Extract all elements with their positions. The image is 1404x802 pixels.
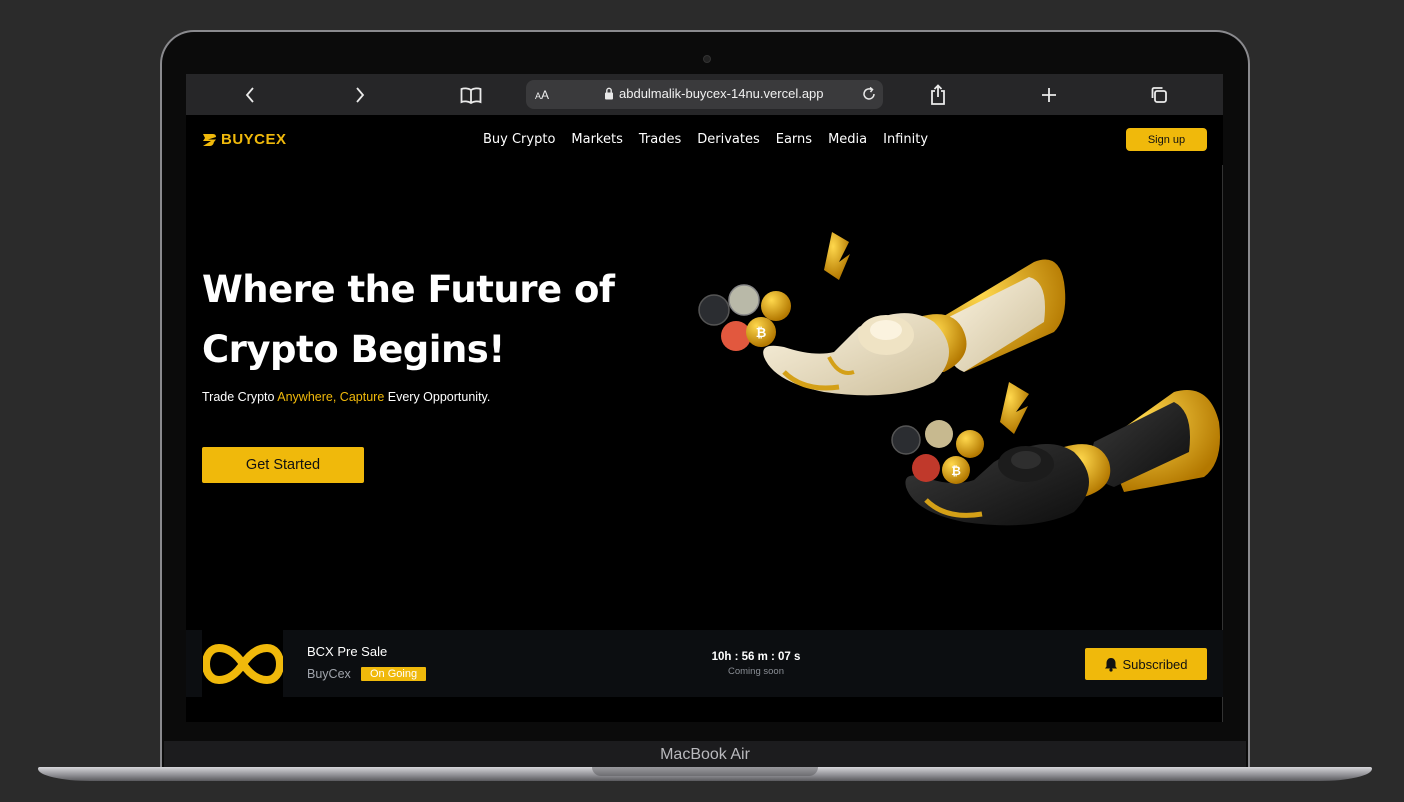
site-header: BUYCEX Buy Crypto Markets Trades Derivat… [186,115,1223,165]
infinity-icon [202,643,283,684]
hero-title: Where the Future of Crypto Begins! [202,268,615,371]
subtitle-text-end: Every Opportunity. [384,390,491,404]
nav-media[interactable]: Media [828,132,867,147]
device-label: MacBook Air [660,746,750,763]
presale-name: BCX Pre Sale [307,644,388,659]
share-icon [931,83,945,105]
presale-card: BCX Pre Sale BuyCex On Going 10h : 56 m … [186,630,1223,697]
text-size-button[interactable]: AA [535,88,549,102]
nav-earns[interactable]: Earns [776,132,812,147]
svg-text:₿: ₿ [951,464,961,478]
hero-subtitle: Trade Crypto Anywhere, Capture Every Opp… [202,390,490,404]
presale-brand: BuyCex [307,667,351,681]
bookmarks-button[interactable] [451,74,491,115]
bell-icon [1105,657,1118,672]
svg-text:₿: ₿ [756,326,767,341]
reload-icon[interactable] [860,85,878,103]
nav-derivates[interactable]: Derivates [697,132,760,147]
subscribed-button[interactable]: Subscribed [1085,648,1207,680]
tabs-button[interactable] [1139,74,1179,115]
plus-icon [1042,87,1056,102]
black-robot-hand [905,382,1220,526]
site-logo[interactable]: BUYCEX [202,131,287,148]
nav-buy-crypto[interactable]: Buy Crypto [483,132,555,147]
url-text: abdulmalik-buycex-14nu.vercel.app [619,86,824,101]
laptop-notch [592,767,818,776]
subscribed-label: Subscribed [1122,656,1188,672]
countdown-timer: 10h : 56 m : 07 s [711,651,801,663]
forward-button[interactable] [340,74,380,115]
presale-logo [202,630,283,697]
white-robot-hand [763,232,1066,396]
get-started-button[interactable]: Get Started [202,447,364,483]
back-button[interactable] [230,74,270,115]
laptop-chin: MacBook Air [164,741,1246,769]
camera [703,55,711,63]
browser-screen: AA abdulmalik-buycex-14nu.vercel.app BUY… [186,74,1223,722]
lock-icon [605,87,613,100]
signup-button[interactable]: Sign up [1126,128,1207,151]
subtitle-text: Trade Crypto [202,390,278,404]
coins-bottom: ₿ [891,420,984,484]
buycex-logo-icon [203,133,216,146]
nav-infinity[interactable]: Infinity [883,132,928,147]
status-badge: On Going [361,667,427,681]
logo-text: BUYCEX [221,131,287,148]
subtitle-highlight: Anywhere, Capture [277,390,385,404]
new-tab-button[interactable] [1029,74,1069,115]
book-icon [460,86,482,104]
nav-markets[interactable]: Markets [571,132,622,147]
share-button[interactable] [918,74,958,115]
hero-illustration: ₿ ₿ [698,232,1220,526]
main-nav: Buy Crypto Markets Trades Derivates Earn… [483,132,928,147]
nav-trades[interactable]: Trades [639,132,681,147]
countdown-label: Coming soon [728,666,784,677]
coins-top: ₿ [698,284,791,351]
chevron-left-icon [245,86,254,103]
tabs-icon [1151,86,1167,103]
chevron-right-icon [356,86,365,103]
address-bar[interactable]: AA abdulmalik-buycex-14nu.vercel.app [526,80,883,109]
browser-toolbar: AA abdulmalik-buycex-14nu.vercel.app [186,74,1223,115]
